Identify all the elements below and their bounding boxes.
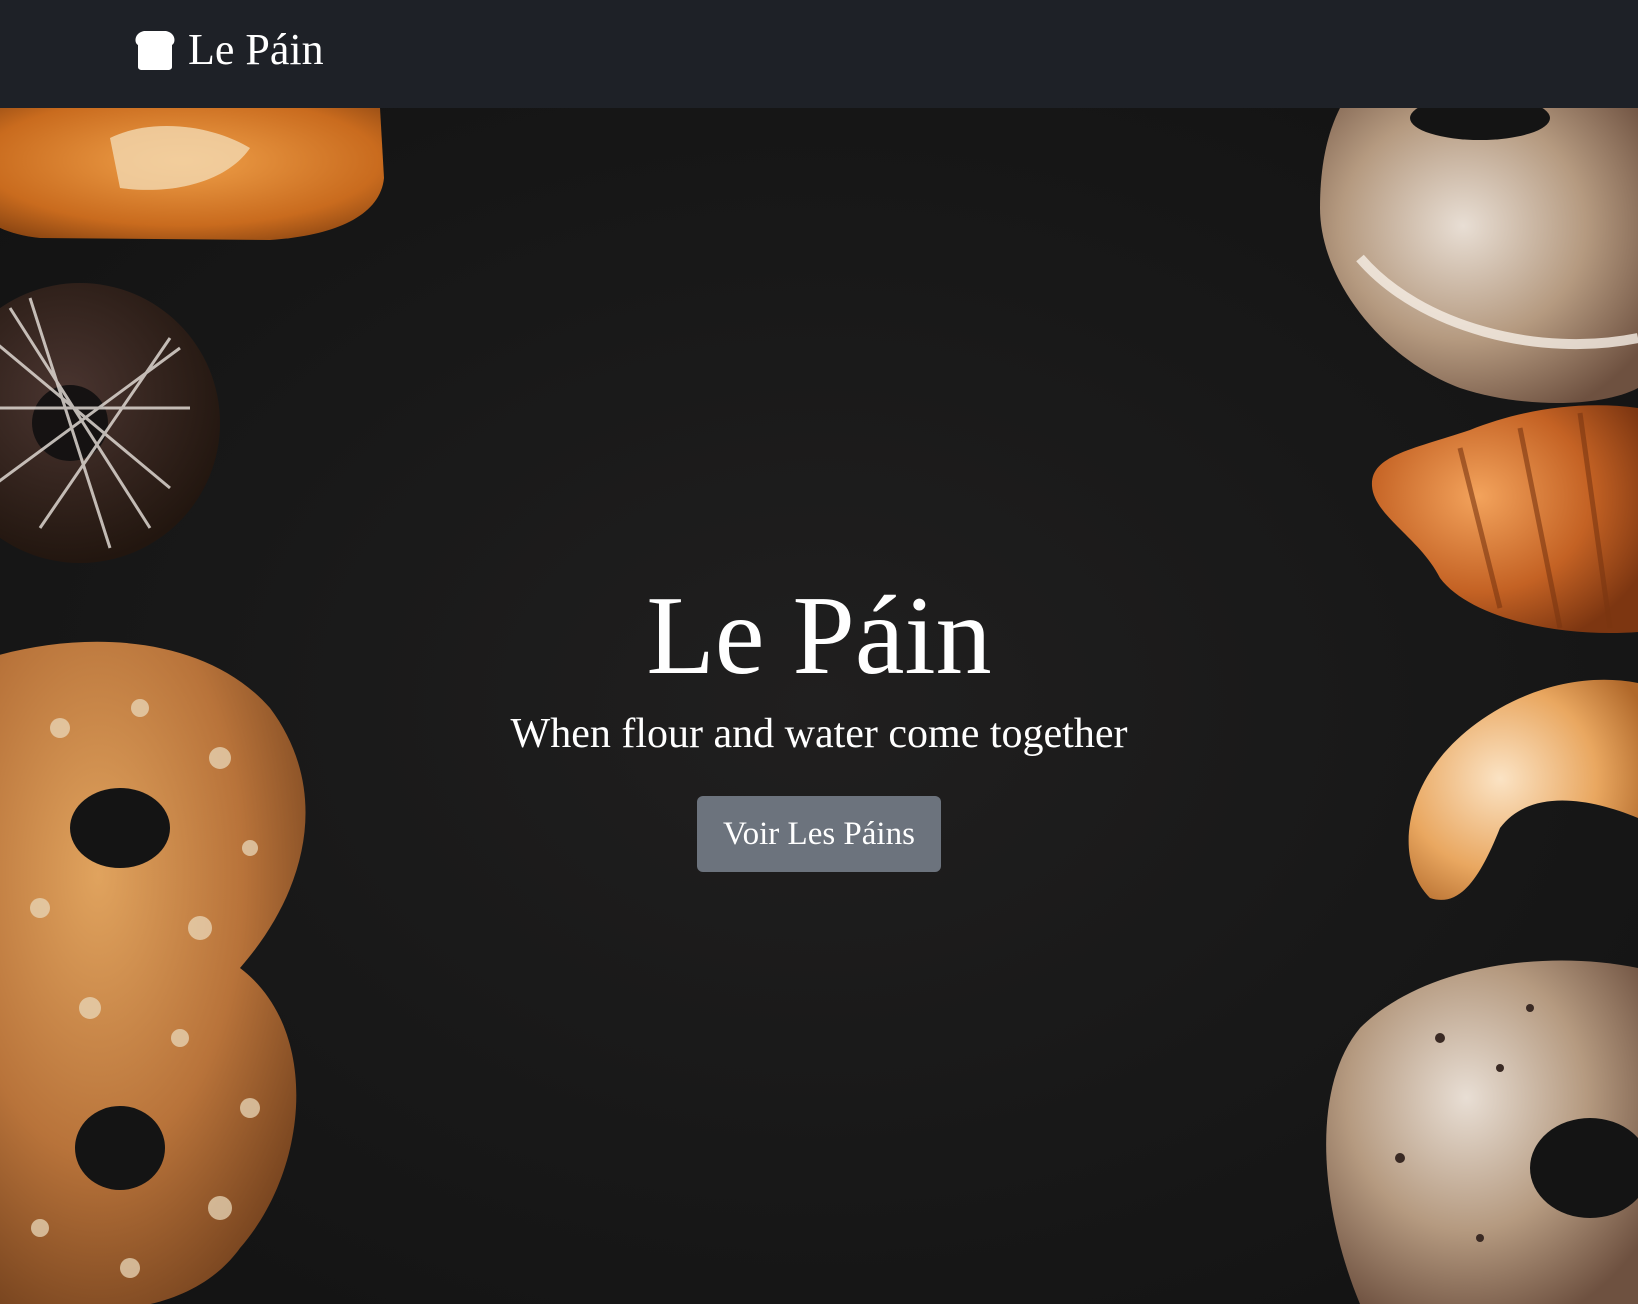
chocolate-donut-image (0, 283, 220, 563)
loaf-image (0, 108, 384, 240)
hero-section: Le Páin When flour and water come togeth… (0, 108, 1638, 1304)
bread-loaf-icon (132, 29, 178, 71)
brand-link[interactable]: Le Páin (132, 24, 324, 76)
brand-name: Le Páin (188, 25, 324, 74)
hero-title: Le Páin (646, 574, 992, 698)
hero-content: Le Páin When flour and water come togeth… (0, 576, 1638, 872)
bagel-image (1326, 960, 1638, 1304)
hero-subtitle: When flour and water come together (510, 711, 1128, 757)
voir-les-pains-button[interactable]: Voir Les Páins (697, 796, 941, 872)
navbar: Le Páin (0, 0, 1638, 108)
floured-bun-image (1320, 108, 1638, 403)
